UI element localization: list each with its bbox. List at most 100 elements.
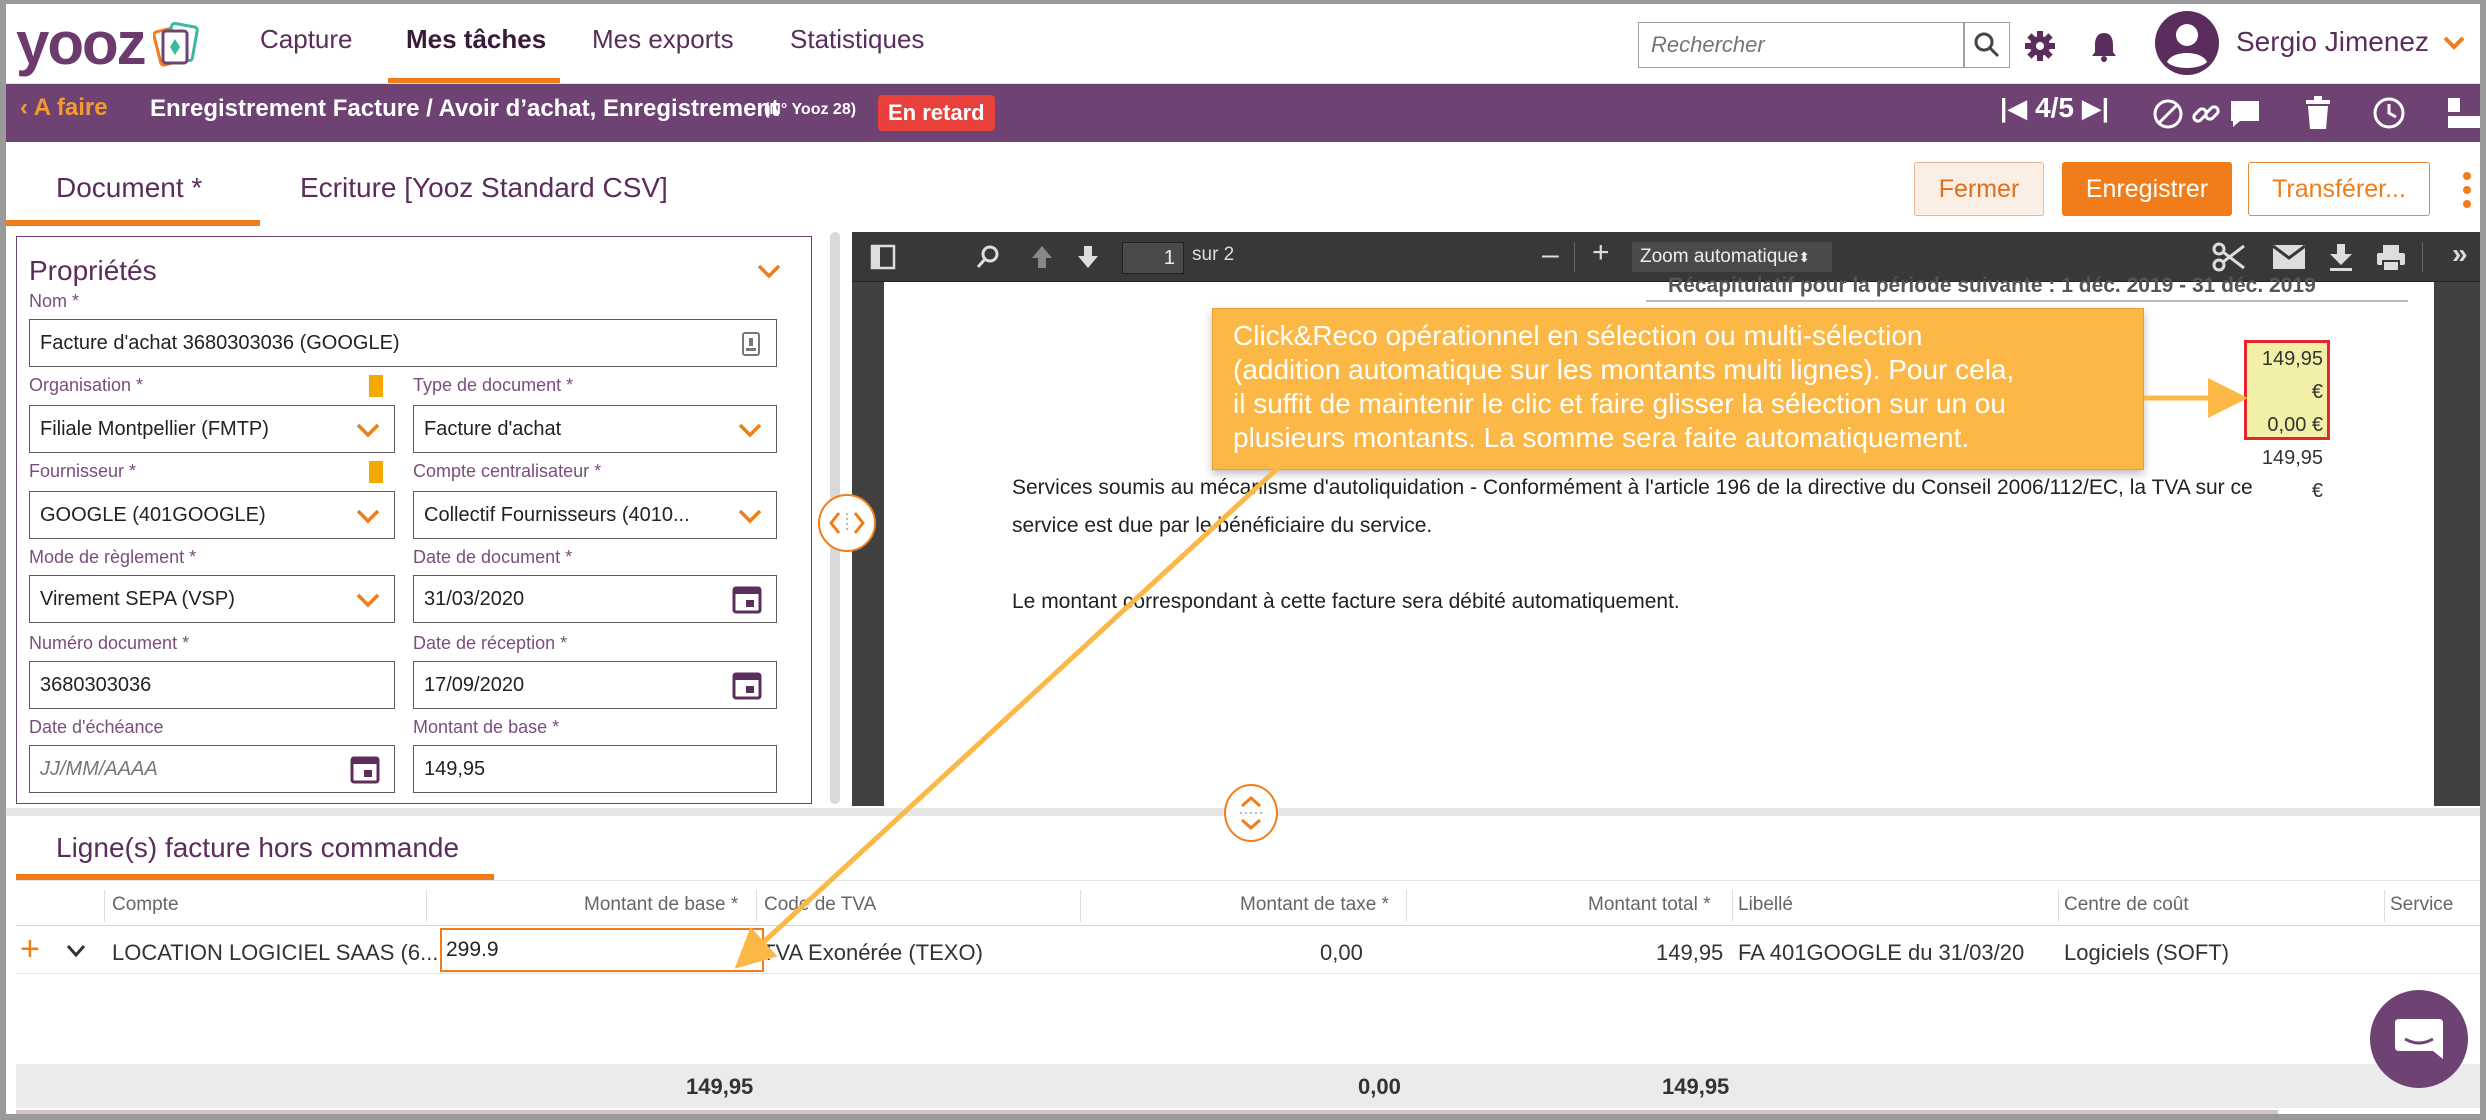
compte-centralisateur-select[interactable]: Collectif Fournisseurs (4010... [413,491,777,539]
comment-icon[interactable] [2228,98,2262,130]
column-separator [2058,890,2059,922]
search-box [1638,22,1964,68]
add-line-icon[interactable]: + [20,930,40,969]
more-tools-button[interactable]: » [2452,238,2468,270]
clock-icon[interactable] [2372,96,2406,130]
print-icon[interactable] [2376,244,2406,272]
column-separator [1080,890,1081,922]
nom-field[interactable]: Facture d'achat 3680303036 (GOOGLE) [29,319,777,367]
tab-lignes-facture[interactable]: Ligne(s) facture hors commande [56,832,459,864]
chevron-down-icon [356,509,380,524]
download-icon[interactable] [2328,242,2354,272]
col-libelle[interactable]: Libellé [1738,894,1793,916]
horizontal-scrollbar[interactable] [16,1110,2278,1120]
transfer-button[interactable]: Transférer... [2248,162,2430,216]
nav-tab-mes-exports[interactable]: Mes exports [592,24,734,84]
date-document-field[interactable]: 31/03/2020 [413,575,777,623]
tab-ecriture[interactable]: Ecriture [Yooz Standard CSV] [300,172,668,204]
avatar[interactable] [2154,10,2220,76]
col-centre-cout[interactable]: Centre de coût [2064,894,2189,916]
cell-code-tva[interactable]: TVA Exonérée (TEXO) [762,940,983,966]
chat-button[interactable] [2370,990,2468,1088]
total-montant-total: 149,95 [1662,1074,1730,1099]
fournisseur-select[interactable]: GOOGLE (401GOOGLE) [29,491,395,539]
search-icon[interactable] [976,244,1002,270]
type-document-label: Type de document * [413,375,574,395]
search-button[interactable] [1964,22,2010,68]
zoom-in-button[interactable]: + [1592,236,1610,270]
previous-page-icon[interactable] [1030,244,1054,270]
nav-tab-statistiques[interactable]: Statistiques [790,24,924,84]
montant-base-field[interactable]: 149,95 [413,745,777,793]
cell-libelle[interactable]: FA 401GOOGLE du 31/03/20 [1738,940,2024,966]
selected-amounts[interactable]: 149,95 € 0,00 € 149,95 € [2244,340,2330,502]
trash-icon[interactable] [2304,96,2332,130]
select-arrows-icon: ⬍ [1798,249,1811,265]
tab-document[interactable]: Document * [56,172,202,204]
calendar-icon[interactable] [732,584,762,614]
user-menu[interactable]: Sergio Jimenez [2236,26,2465,58]
callout-line: Click&Reco opérationnel en sélection ou … [1233,320,1923,351]
sidebar-toggle-icon[interactable] [870,244,896,270]
col-service[interactable]: Service [2390,894,2453,916]
save-button[interactable]: Enregistrer [2062,162,2232,216]
scissors-icon[interactable] [2212,242,2246,272]
organisation-value: Filiale Montpellier (FMTP) [40,418,269,440]
chevron-down-icon [738,423,762,438]
mode-reglement-label: Mode de règlement * [29,547,197,567]
column-separator [2384,890,2385,922]
collapse-toggle[interactable] [1224,784,1278,842]
close-button[interactable]: Fermer [1914,162,2044,216]
col-montant-base[interactable]: Montant de base * [584,894,738,916]
mode-reglement-select[interactable]: Virement SEPA (VSP) [29,575,395,623]
next-page-icon[interactable]: ▶| [2082,93,2109,123]
form-icon[interactable] [742,332,760,356]
numero-document-label: Numéro document * [29,633,190,653]
cancel-icon[interactable] [2152,98,2184,130]
yooz-logo[interactable]: yooz [16,14,199,74]
layout-icon[interactable] [2446,96,2486,130]
cell-montant-total[interactable]: 149,95 [1656,940,1723,966]
chevron-down-icon[interactable] [757,263,781,279]
chevron-down-icon[interactable] [66,944,86,958]
user-name: Sergio Jimenez [2236,26,2429,57]
organisation-select[interactable]: Filiale Montpellier (FMTP) [29,405,395,453]
next-page-icon[interactable] [1076,244,1100,270]
fournisseur-label: Fournisseur * [29,461,137,481]
more-options-button[interactable] [2460,168,2474,212]
date-document-label: Date de document * [413,547,573,567]
calendar-icon[interactable] [732,670,762,700]
date-echeance-field[interactable]: JJ/MM/AAAA [29,745,395,793]
zoom-out-button[interactable]: – [1542,238,1559,272]
numero-document-field[interactable]: 3680303036 [29,661,395,709]
page-number-input[interactable]: 1 [1122,242,1184,274]
properties-title: Propriétés [29,255,157,286]
callout-line: il suffit de maintenir le clic et faire … [1233,388,2006,419]
cell-compte[interactable]: LOCATION LOGICIEL SAAS (6... [112,940,438,966]
link-icon[interactable] [2190,98,2222,130]
nav-tab-mes-taches[interactable]: Mes tâches [406,24,546,84]
montant-base-input[interactable]: 299.9 [440,928,764,972]
back-link[interactable]: ‹ A faire [20,94,108,122]
zoom-select[interactable]: Zoom automatique⬍ [1632,242,1832,272]
column-separator [426,890,427,922]
notifications-button[interactable] [2084,26,2124,66]
col-compte[interactable]: Compte [112,894,179,916]
properties-panel: Propriétés Nom * Facture d'achat 3680303… [16,236,812,804]
date-reception-field[interactable]: 17/09/2020 [413,661,777,709]
mail-icon[interactable] [2272,244,2306,270]
back-label: A faire [33,94,108,121]
nav-tab-capture[interactable]: Capture [260,24,353,84]
search-input[interactable] [1639,23,1963,67]
col-montant-taxe[interactable]: Montant de taxe * [1240,894,1389,916]
panel-resize-handle[interactable] [818,494,876,552]
col-code-tva[interactable]: Code de TVA [764,894,876,916]
first-page-icon[interactable]: |◀ [2000,93,2027,123]
type-document-select[interactable]: Facture d'achat [413,405,777,453]
col-montant-total[interactable]: Montant total * [1588,894,1711,916]
cell-montant-taxe[interactable]: 0,00 [1320,940,1363,966]
logo-text: yooz [16,10,147,77]
calendar-icon[interactable] [350,754,380,784]
cell-centre-cout[interactable]: Logiciels (SOFT) [2064,940,2229,966]
settings-button[interactable] [2020,26,2060,66]
